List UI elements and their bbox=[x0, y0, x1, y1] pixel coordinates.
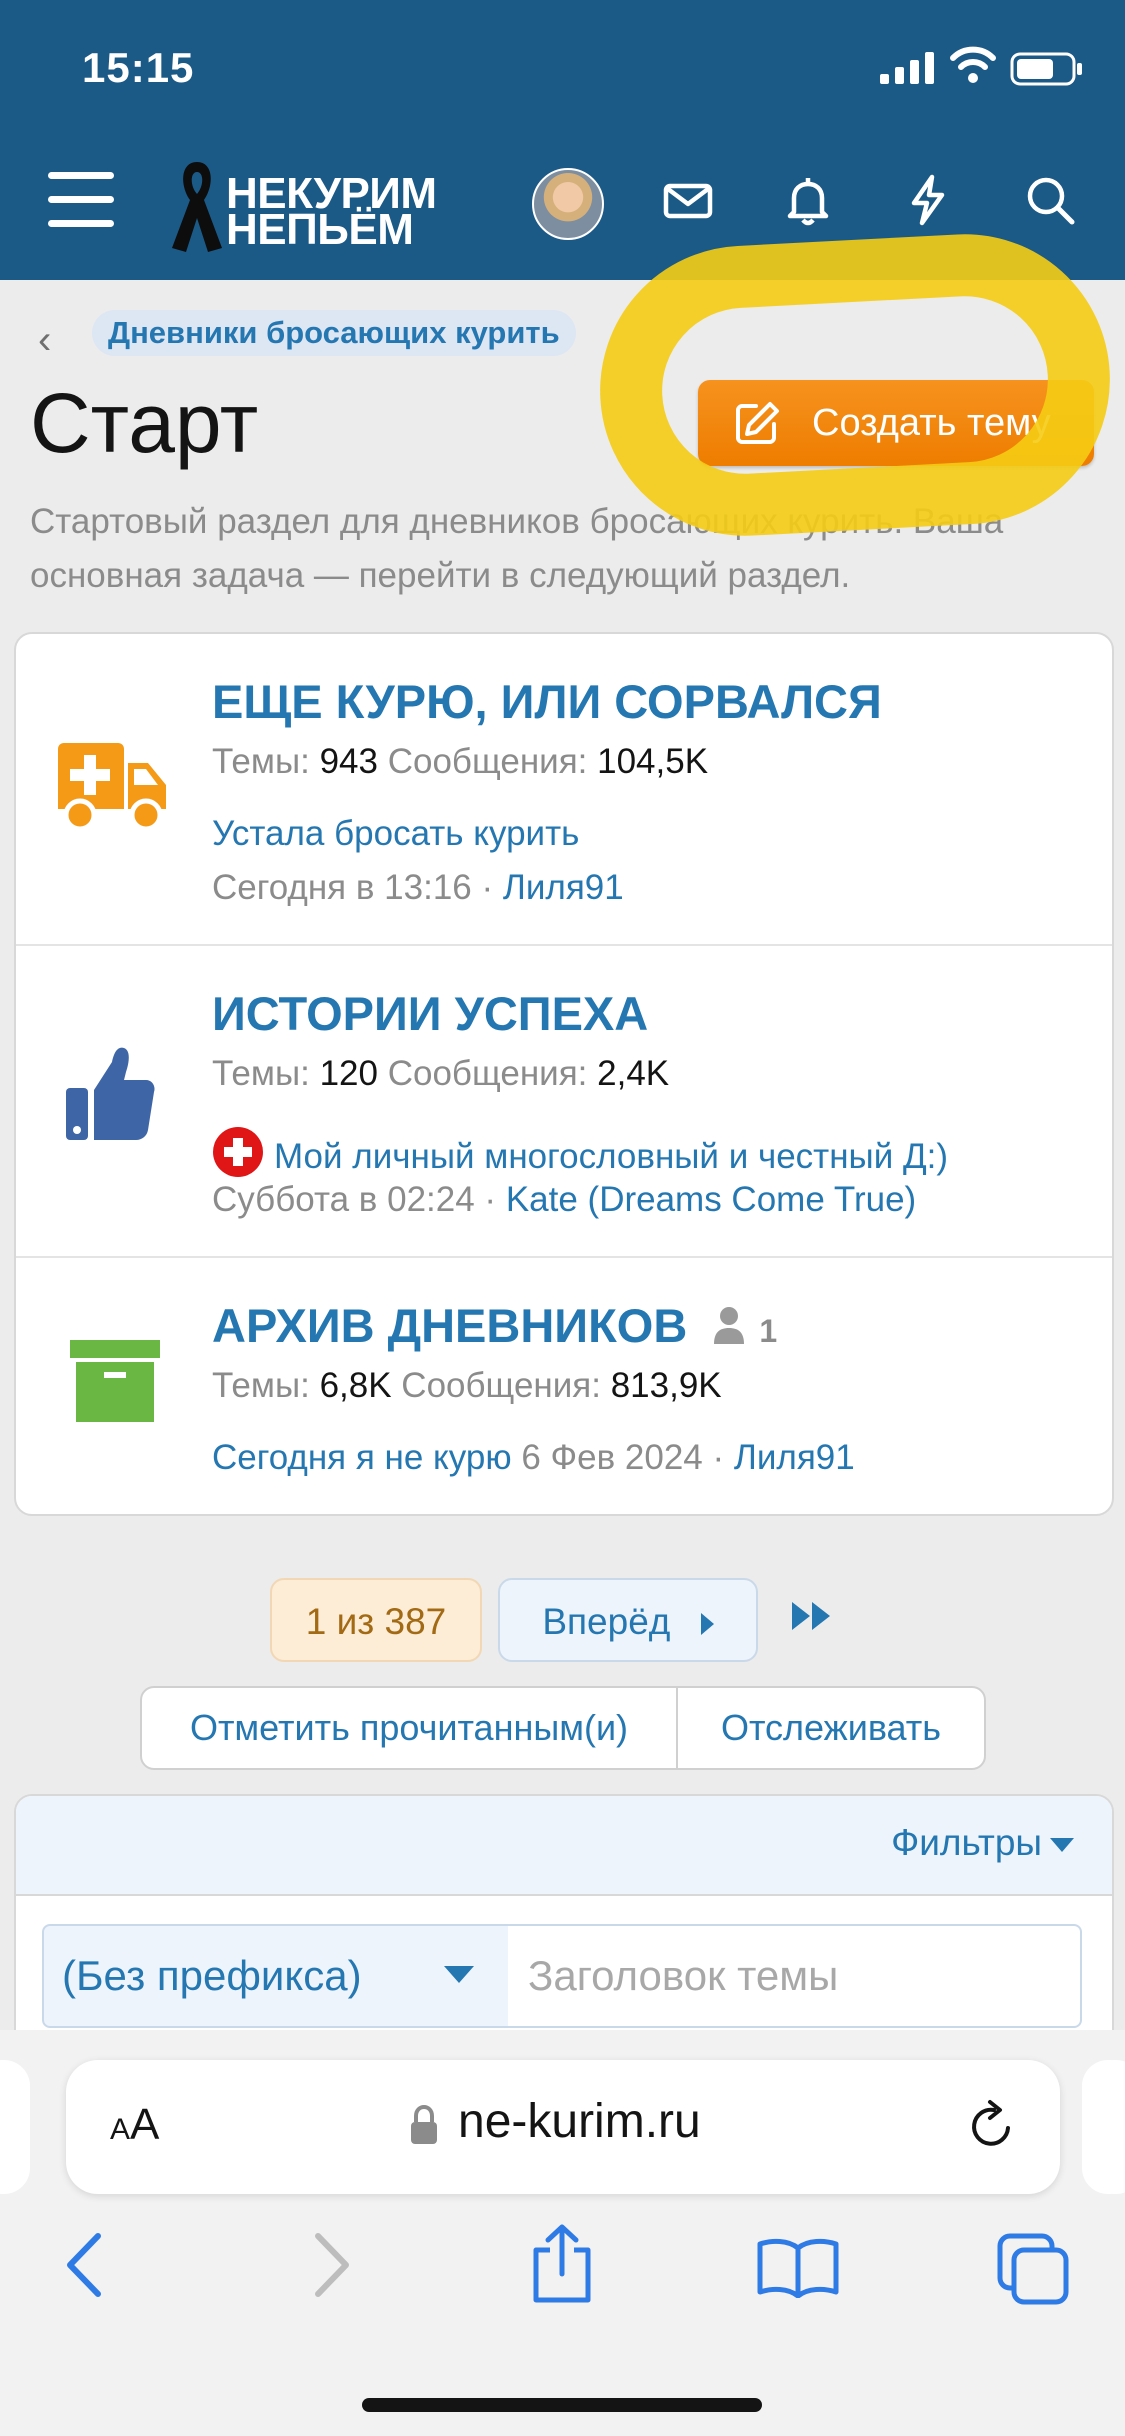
watch-forum-button[interactable]: Отслеживать bbox=[676, 1686, 986, 1770]
ambulance-icon bbox=[58, 743, 166, 832]
forward-icon[interactable] bbox=[306, 2230, 354, 2300]
forum-stats: Темы: 6,8K Сообщения: 813,9K bbox=[212, 1366, 722, 1406]
last-post-user[interactable]: Kate (Dreams Come True) bbox=[506, 1180, 916, 1219]
menu-icon[interactable] bbox=[48, 172, 114, 228]
last-thread-link[interactable]: Сегодня я не курю bbox=[212, 1438, 512, 1477]
yellow-highlight-mark bbox=[592, 226, 1118, 544]
red-cross-badge-icon bbox=[213, 1127, 263, 1177]
next-tab-preview[interactable] bbox=[1082, 2060, 1125, 2194]
page-indicator[interactable]: 1 из 387 bbox=[270, 1578, 482, 1662]
posts-count: 813,9K bbox=[610, 1366, 722, 1405]
url-text[interactable]: ne-kurim.ru bbox=[458, 2094, 701, 2149]
lock-icon bbox=[411, 2104, 437, 2144]
next-page-label: Вперёд bbox=[542, 1601, 671, 1642]
aa-big: A bbox=[130, 2100, 160, 2149]
aa-small: A bbox=[110, 2113, 131, 2146]
battery-icon bbox=[1010, 52, 1082, 86]
last-thread-link[interactable]: Мой личный многословный и честный Д:) bbox=[212, 1126, 948, 1178]
forum-row-still-smoking[interactable]: ЕЩЕ КУРЮ, ИЛИ СОРВАЛСЯ Темы: 943 Сообщен… bbox=[16, 634, 1112, 946]
bell-icon[interactable] bbox=[780, 172, 836, 228]
posts-count: 104,5K bbox=[597, 742, 709, 781]
chevron-down-icon bbox=[444, 1966, 474, 1983]
bookmarks-icon[interactable] bbox=[756, 2236, 840, 2298]
last-thread-link[interactable]: Устала бросать курить bbox=[212, 814, 579, 854]
last-post-user[interactable]: Лиля91 bbox=[503, 868, 624, 907]
filters-button[interactable]: Фильтры bbox=[891, 1822, 1042, 1864]
signal-icon bbox=[880, 52, 934, 84]
status-time: 15:15 bbox=[82, 44, 195, 91]
avatar[interactable] bbox=[532, 168, 604, 240]
last-post-meta: Сегодня я не курю 6 Фев 2024 · Лиля91 bbox=[212, 1438, 855, 1477]
prefix-select[interactable]: (Без префикса) bbox=[42, 1924, 510, 2028]
threads-count: 943 bbox=[319, 742, 378, 781]
home-indicator[interactable] bbox=[362, 2398, 762, 2412]
last-post-date: Суббота в 02:24 bbox=[212, 1180, 475, 1219]
threads-label: Темы: bbox=[212, 1054, 310, 1093]
last-post-user[interactable]: Лиля91 bbox=[734, 1438, 855, 1477]
forum-title[interactable]: АРХИВ ДНЕВНИКОВ bbox=[212, 1299, 687, 1352]
posts-count: 2,4K bbox=[597, 1054, 670, 1093]
search-icon[interactable] bbox=[1022, 172, 1078, 228]
tabs-icon[interactable] bbox=[996, 2232, 1070, 2306]
forum-title-row: АРХИВ ДНЕВНИКОВ 1 bbox=[212, 1298, 777, 1353]
share-icon[interactable] bbox=[528, 2222, 596, 2306]
logo-line-2: НЕПЬЁМ bbox=[226, 205, 414, 254]
mail-icon[interactable] bbox=[660, 172, 716, 228]
threads-count: 6,8K bbox=[319, 1366, 392, 1405]
caret-right-icon bbox=[700, 1613, 714, 1635]
reader-text-size-button[interactable]: AA bbox=[110, 2100, 159, 2150]
viewers-count: 1 bbox=[759, 1313, 778, 1349]
last-post-meta: Сегодня в 13:16 · Лиля91 bbox=[212, 868, 624, 907]
last-post-meta: Суббота в 02:24 · Kate (Dreams Come True… bbox=[212, 1180, 917, 1219]
thumbs-up-icon bbox=[66, 1047, 155, 1140]
threads-count: 120 bbox=[319, 1054, 378, 1093]
chevron-down-icon bbox=[1050, 1838, 1074, 1852]
ribbon-icon bbox=[172, 162, 222, 252]
breadcrumb[interactable]: Дневники бросающих курить bbox=[92, 310, 576, 356]
mark-read-button[interactable]: Отметить прочитанным(и) bbox=[140, 1686, 678, 1770]
wifi-icon bbox=[950, 46, 996, 83]
next-page-button[interactable]: Вперёд bbox=[498, 1578, 758, 1662]
previous-tab-preview[interactable] bbox=[0, 2060, 30, 2194]
lightning-icon[interactable] bbox=[900, 172, 956, 228]
forum-stats: Темы: 943 Сообщения: 104,5K bbox=[212, 742, 708, 782]
threads-label: Темы: bbox=[212, 742, 310, 781]
threads-label: Темы: bbox=[212, 1366, 310, 1405]
thread-title-input[interactable] bbox=[508, 1924, 1082, 2028]
forum-list: ЕЩЕ КУРЮ, ИЛИ СОРВАЛСЯ Темы: 943 Сообщен… bbox=[14, 632, 1114, 1516]
user-icon bbox=[714, 1307, 745, 1344]
last-post-date: 6 Фев 2024 bbox=[521, 1438, 703, 1477]
forum-row-success-stories[interactable]: ИСТОРИИ УСПЕХА Темы: 120 Сообщения: 2,4K… bbox=[16, 946, 1112, 1258]
page-title: Старт bbox=[30, 376, 259, 470]
forum-title[interactable]: ЕЩЕ КУРЮ, ИЛИ СОРВАЛСЯ bbox=[212, 674, 882, 729]
last-post-date: Сегодня в 13:16 bbox=[212, 868, 472, 907]
archive-box-icon bbox=[70, 1340, 160, 1422]
breadcrumb-back-icon[interactable]: ‹ bbox=[38, 318, 51, 363]
posts-label: Сообщения: bbox=[401, 1366, 601, 1405]
last-page-icon[interactable] bbox=[790, 1600, 834, 1632]
forum-row-diary-archive[interactable]: АРХИВ ДНЕВНИКОВ 1 Темы: 6,8K Сообщения: … bbox=[16, 1258, 1112, 1514]
back-icon[interactable] bbox=[62, 2230, 110, 2300]
address-bar[interactable]: AA ne-kurim.ru bbox=[66, 2060, 1060, 2194]
posts-label: Сообщения: bbox=[387, 1054, 588, 1093]
last-thread-title[interactable]: Мой личный многословный и честный Д:) bbox=[274, 1137, 948, 1176]
filter-header: Фильтры bbox=[16, 1796, 1112, 1896]
site-logo[interactable]: НЕКУРИМ НЕПЬЁМ bbox=[168, 150, 478, 256]
forum-title[interactable]: ИСТОРИИ УСПЕХА bbox=[212, 986, 648, 1041]
forum-stats: Темы: 120 Сообщения: 2,4K bbox=[212, 1054, 669, 1094]
posts-label: Сообщения: bbox=[387, 742, 588, 781]
reload-icon[interactable] bbox=[964, 2098, 1020, 2154]
